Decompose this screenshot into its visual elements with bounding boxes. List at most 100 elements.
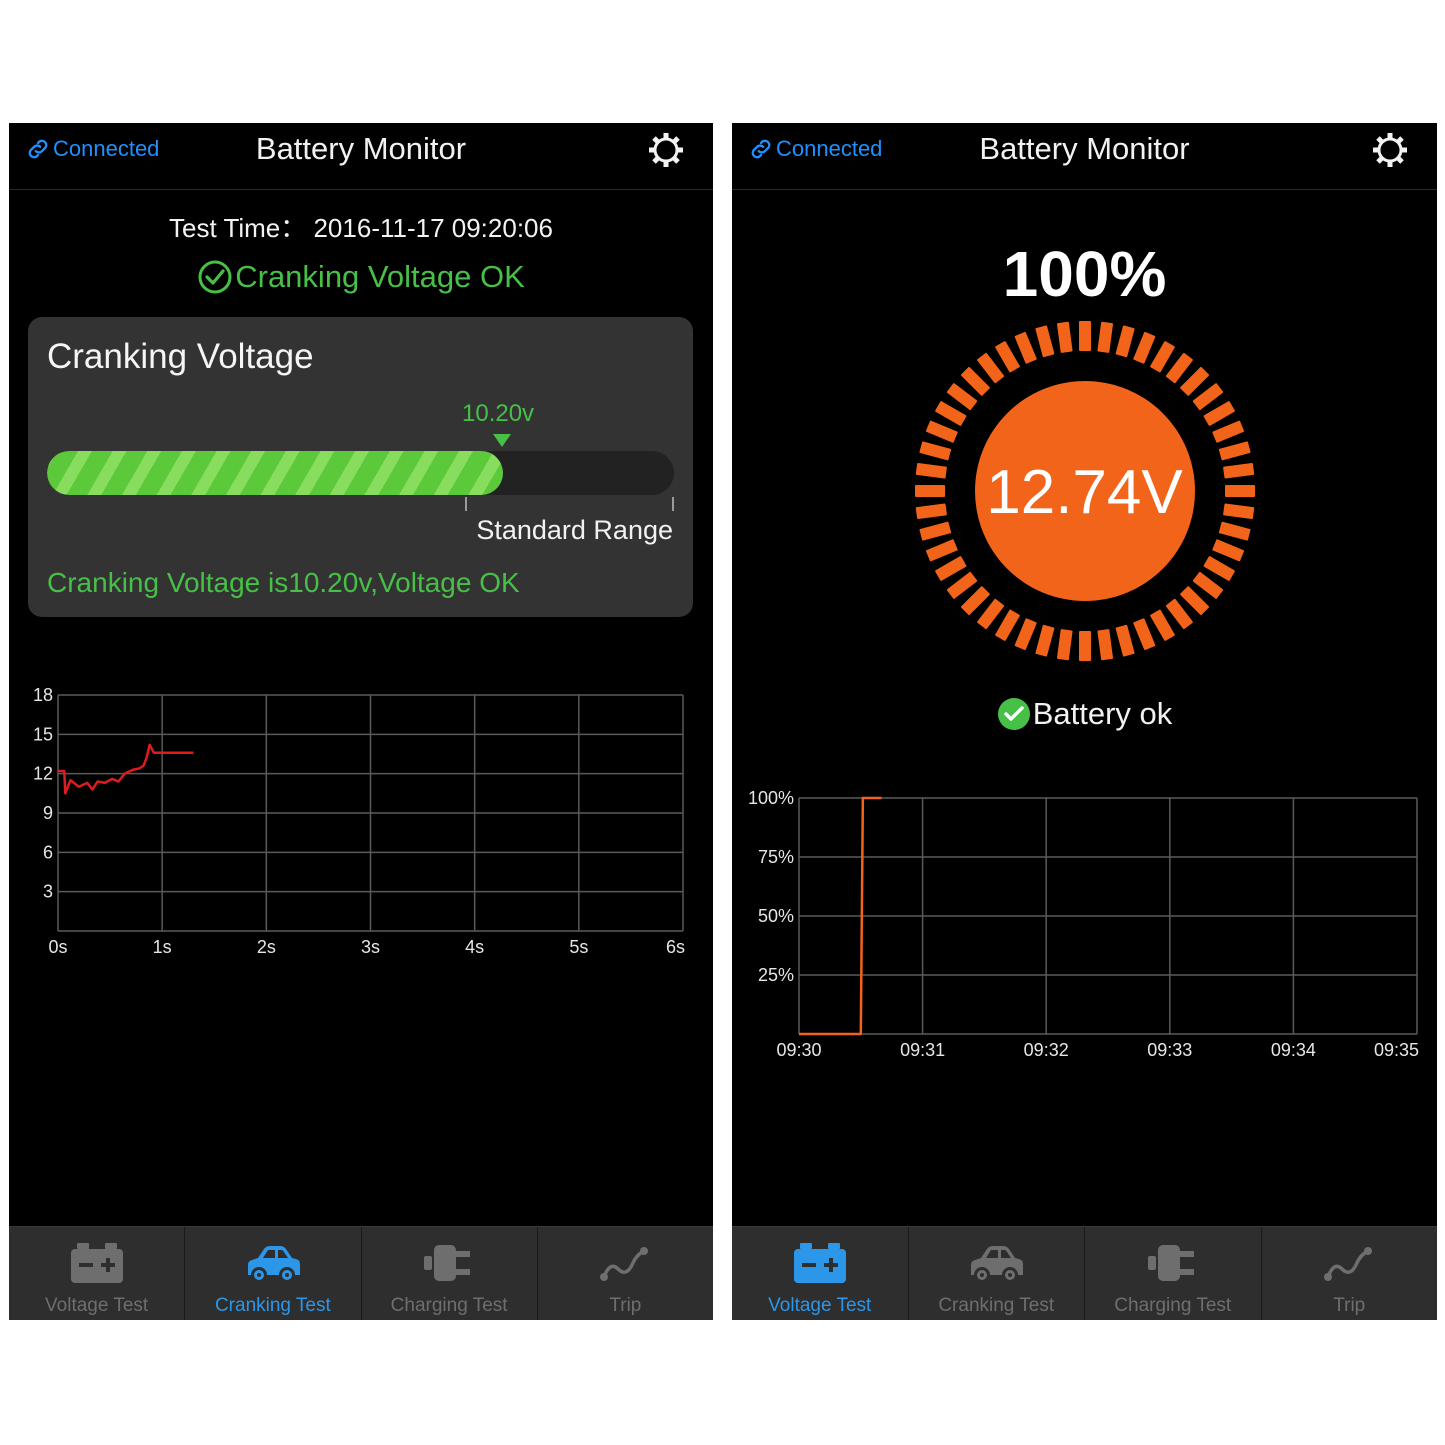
tab-cranking-test[interactable]: Cranking Test	[185, 1227, 362, 1320]
voltage-progress-bar	[47, 451, 674, 495]
gauge-tick	[1133, 618, 1156, 651]
gauge-tick	[935, 401, 967, 426]
gauge-tick	[1035, 325, 1055, 358]
tab-voltage-test[interactable]: Voltage Test	[732, 1227, 909, 1320]
voltage-progress-fill	[47, 451, 503, 495]
cranking-test-screen: Connected Battery Monitor Test Time： 201…	[9, 123, 713, 1320]
gauge-tick	[1056, 321, 1073, 353]
gauge-tick	[1079, 321, 1091, 351]
x-tick-label: 09:34	[1271, 1040, 1316, 1060]
car-icon	[971, 1246, 1024, 1283]
voltage-marker-arrow-icon	[493, 434, 511, 447]
gauge-tick	[1203, 401, 1235, 426]
test-time: Test Time： 2016-11-17 09:20:06	[169, 213, 553, 243]
range-end-tick	[672, 497, 674, 511]
x-tick-label: 0s	[48, 937, 67, 957]
cranking-voltage-chart: 18 15 12 9 6 3 0s 1s 2s 3s 4s 5s 6s	[33, 685, 685, 957]
gauge-tick	[1150, 609, 1175, 641]
y-tick-label: 25%	[758, 965, 794, 985]
gauge-voltage-value: 12.74V	[986, 458, 1183, 527]
gauge-tick	[1014, 618, 1037, 651]
x-tick-label: 09:30	[776, 1040, 821, 1060]
gauge-tick	[1133, 331, 1156, 364]
navbar: Connected Battery Monitor	[732, 123, 1437, 190]
gear-icon[interactable]	[1369, 129, 1411, 171]
x-tick-label: 4s	[465, 937, 484, 957]
tab-charging-test[interactable]: Charging Test	[1085, 1227, 1262, 1320]
x-tick-label: 09:35	[1374, 1040, 1419, 1060]
y-tick-label: 6	[43, 842, 53, 862]
range-start-tick	[465, 497, 467, 511]
x-tick-label: 5s	[569, 937, 588, 957]
gauge-tick	[995, 609, 1020, 641]
tab-charging-test-label: Charging Test	[390, 1295, 508, 1316]
gauge-tick	[1115, 624, 1135, 657]
voltage-marker-value: 10.20v	[462, 400, 535, 427]
tab-trip[interactable]: Trip	[538, 1227, 713, 1320]
gauge-tick	[1115, 325, 1135, 358]
check-circle-icon	[198, 260, 232, 294]
gauge-tick	[1150, 341, 1175, 373]
cranking-status-text: Cranking Voltage OK	[235, 259, 525, 294]
gear-icon[interactable]	[645, 129, 687, 171]
cranking-voltage-panel: Cranking Voltage 10.20v Standard Range C…	[28, 317, 693, 617]
tab-cranking-test-label: Cranking Test	[214, 1295, 331, 1316]
check-circle-icon	[997, 698, 1030, 730]
gauge-tick	[1097, 629, 1114, 661]
gauge-tick	[1212, 420, 1245, 443]
tab-cranking-test[interactable]: Cranking Test	[909, 1227, 1085, 1320]
series-line	[58, 743, 194, 795]
y-tick-label: 100%	[748, 788, 794, 808]
tab-bar: Voltage Test Cranking Test Charging Test	[732, 1226, 1437, 1320]
state-of-charge-chart: 100% 75% 50% 25% 09:30 09:31 09:32 09:33 09:34 09…	[748, 788, 1419, 1060]
gauge-tick	[925, 539, 958, 562]
gauge-tick	[1056, 629, 1073, 661]
x-tick-label: 3s	[361, 937, 380, 957]
tab-trip[interactable]: Trip	[1262, 1227, 1438, 1320]
battery-icon	[793, 1243, 846, 1283]
app-title: Battery Monitor	[979, 131, 1190, 166]
gauge-tick	[1203, 556, 1235, 581]
tab-trip-label: Trip	[609, 1295, 642, 1316]
gauge-tick	[995, 341, 1020, 373]
plug-icon	[424, 1245, 471, 1281]
cranking-status: Cranking Voltage OK	[9, 259, 713, 295]
battery-icon	[70, 1243, 123, 1283]
app-title: Battery Monitor	[255, 131, 467, 166]
tab-charging-test-label: Charging Test	[1114, 1295, 1232, 1316]
gauge-tick	[925, 420, 958, 443]
tab-charging-test[interactable]: Charging Test	[362, 1227, 538, 1320]
tab-voltage-test[interactable]: Voltage Test	[9, 1227, 186, 1320]
x-tick-label: 1s	[153, 937, 172, 957]
gauge-tick	[1014, 331, 1037, 364]
plug-icon	[1147, 1245, 1194, 1281]
tab-voltage-test-label: Voltage Test	[45, 1295, 149, 1316]
x-tick-label: 09:31	[900, 1040, 945, 1060]
gauge-tick	[935, 556, 967, 581]
gauge-tick	[1097, 321, 1114, 353]
standard-range-label: Standard Range	[476, 515, 673, 545]
gauge-tick	[1035, 624, 1055, 657]
y-tick-label: 15	[33, 724, 53, 744]
voltage-test-screen: Connected Battery Monitor 100% 12.74V Ba…	[732, 123, 1437, 1320]
y-tick-label: 3	[43, 882, 53, 902]
tab-voltage-test-label: Voltage Test	[768, 1295, 872, 1316]
x-tick-label: 6s	[666, 937, 685, 957]
navbar: Connected Battery Monitor	[9, 123, 713, 190]
x-tick-label: 09:33	[1147, 1040, 1192, 1060]
trip-route-icon	[600, 1247, 649, 1281]
tab-cranking-test-label: Cranking Test	[938, 1295, 1055, 1316]
x-tick-label: 2s	[257, 937, 276, 957]
y-tick-label: 75%	[758, 847, 794, 867]
car-icon	[247, 1246, 300, 1283]
battery-status-text: Battery ok	[1032, 696, 1173, 731]
panel-message: Cranking Voltage is10.20v,Voltage OK	[47, 567, 520, 598]
tab-bar: Voltage Test Cranking Test Charging Test	[9, 1226, 713, 1320]
y-tick-label: 18	[33, 685, 53, 705]
gauge-tick	[1079, 631, 1091, 661]
charge-percent: 100%	[1002, 238, 1167, 310]
trip-route-icon	[1324, 1247, 1373, 1281]
y-tick-label: 9	[43, 803, 53, 823]
panel-title: Cranking Voltage	[47, 337, 314, 376]
gauge-tick	[1212, 539, 1245, 562]
